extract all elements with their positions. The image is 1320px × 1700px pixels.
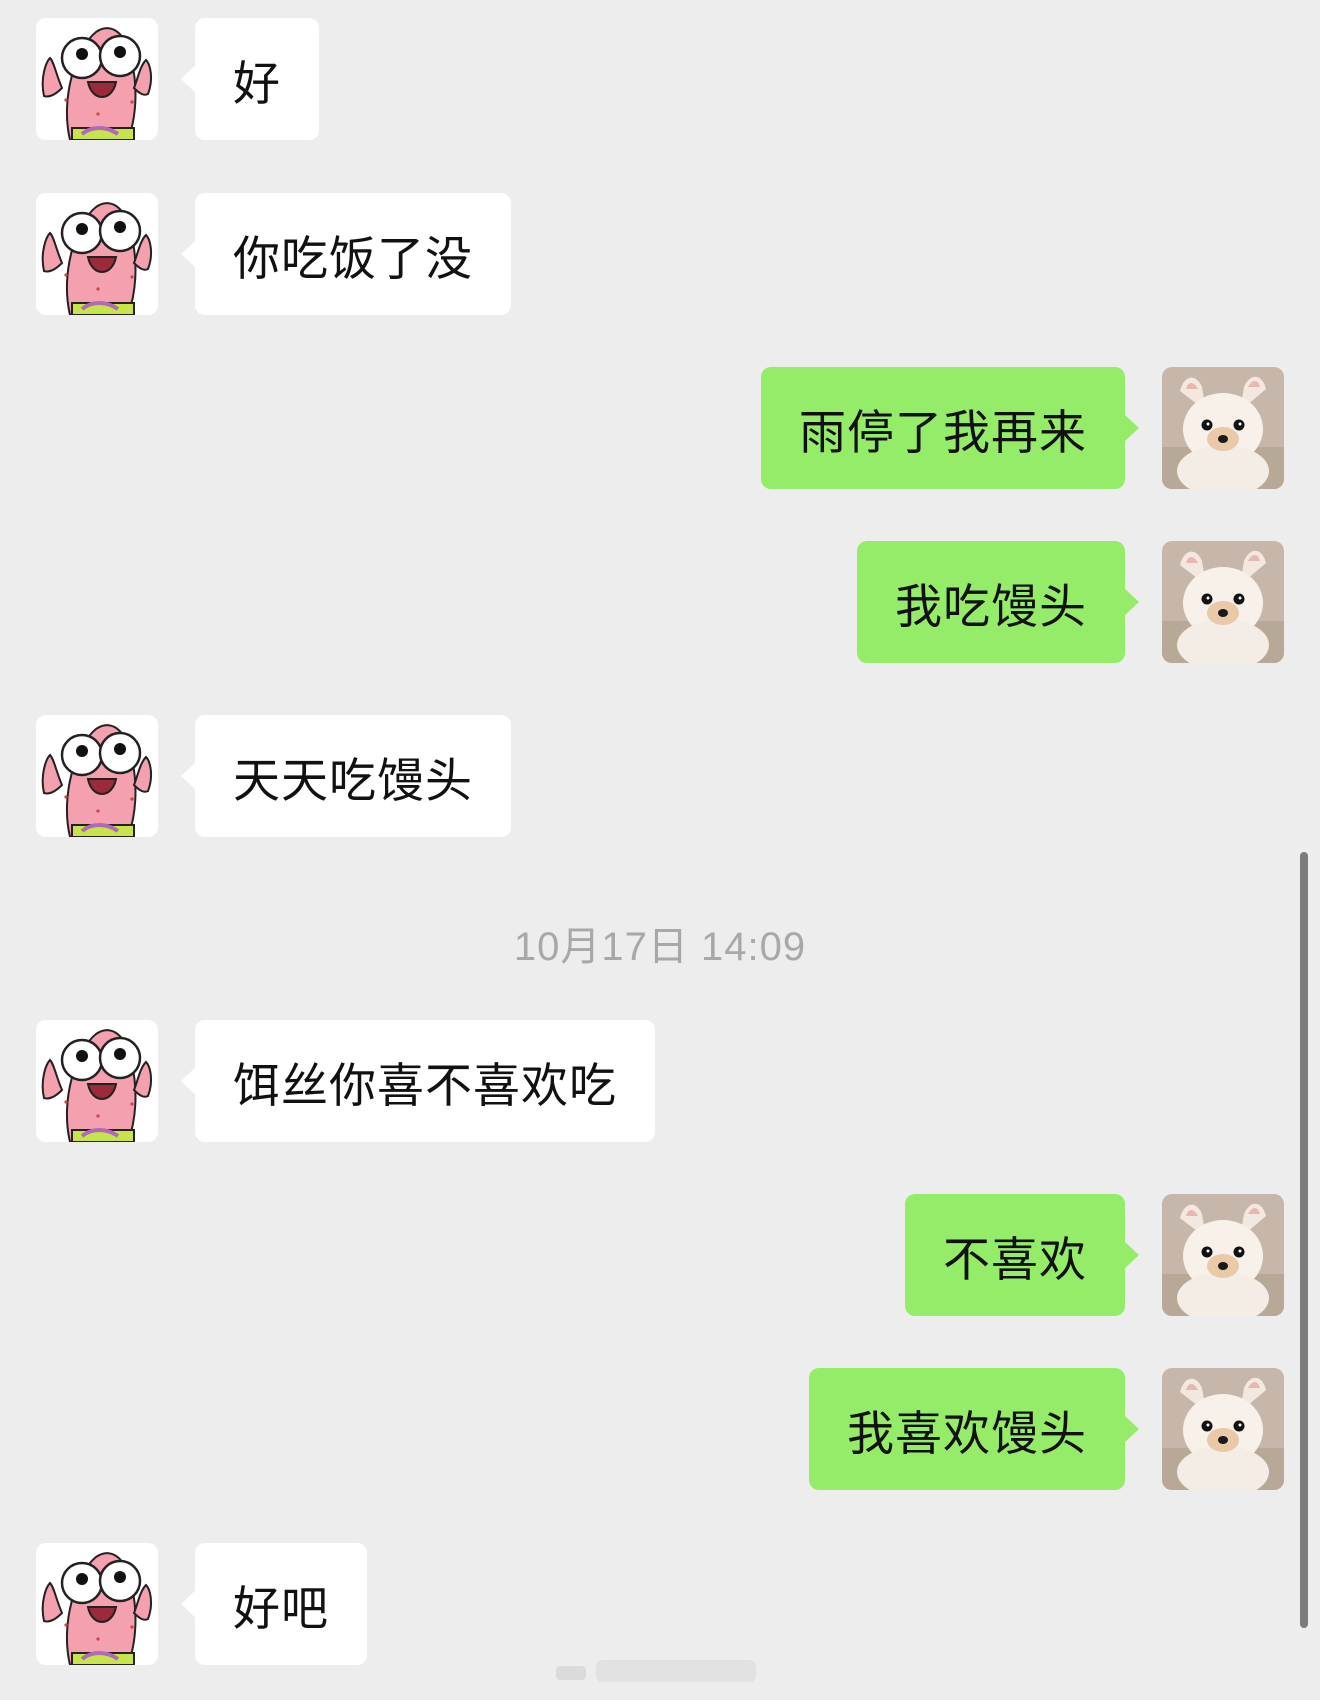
message-text: 雨停了我再来 — [799, 405, 1087, 461]
patrick-star-avatar[interactable] — [36, 715, 158, 837]
message-text: 我吃馒头 — [895, 579, 1087, 635]
patrick-star-avatar[interactable] — [36, 1020, 158, 1142]
outgoing-message-bubble[interactable]: 雨停了我再来 — [761, 367, 1139, 489]
white-puppy-avatar[interactable] — [1162, 541, 1284, 663]
message-row-outgoing: 不喜欢 — [684, 1194, 1284, 1316]
message-text: 好 — [233, 56, 281, 112]
message-text: 天天吃馒头 — [233, 753, 473, 809]
message-text: 我喜欢馒头 — [847, 1406, 1087, 1462]
message-row-incoming: 天天吃馒头 — [36, 715, 636, 837]
incoming-message-bubble[interactable]: 你吃饭了没 — [181, 193, 511, 315]
outgoing-message-bubble[interactable]: 我喜欢馒头 — [809, 1368, 1139, 1490]
scrollbar[interactable] — [1300, 852, 1308, 1628]
outgoing-message-bubble[interactable]: 不喜欢 — [905, 1194, 1139, 1316]
message-text: 你吃饭了没 — [233, 231, 473, 287]
incoming-message-bubble[interactable]: 天天吃馒头 — [181, 715, 511, 837]
white-puppy-avatar[interactable] — [1162, 367, 1284, 489]
message-row-incoming: 你吃饭了没 — [36, 193, 636, 315]
message-row-incoming: 好 — [36, 18, 336, 140]
patrick-star-avatar[interactable] — [36, 18, 158, 140]
outgoing-message-bubble[interactable]: 我吃馒头 — [857, 541, 1139, 663]
message-row-outgoing: 我吃馒头 — [684, 541, 1284, 663]
white-puppy-avatar[interactable] — [1162, 1368, 1284, 1490]
chat-area[interactable]: 好 你吃饭了没 雨停了我再来 我吃馒头 天天吃馒头 10月17日 14:09 饵… — [0, 0, 1320, 1700]
patrick-star-avatar[interactable] — [36, 193, 158, 315]
message-row-outgoing: 雨停了我再来 — [684, 367, 1284, 489]
message-text: 饵丝你喜不喜欢吃 — [233, 1058, 617, 1114]
incoming-message-bubble[interactable]: 好 — [181, 18, 319, 140]
timestamp-divider: 10月17日 14:09 — [513, 925, 807, 969]
incoming-message-bubble[interactable]: 好吧 — [181, 1543, 367, 1665]
white-puppy-avatar[interactable] — [1162, 1194, 1284, 1316]
message-row-incoming: 好吧 — [36, 1543, 436, 1665]
message-text: 好吧 — [233, 1581, 329, 1637]
message-row-incoming: 饵丝你喜不喜欢吃 — [36, 1020, 756, 1142]
message-row-outgoing: 我喜欢馒头 — [684, 1368, 1284, 1490]
patrick-star-avatar[interactable] — [36, 1543, 158, 1665]
message-text: 不喜欢 — [943, 1232, 1087, 1288]
watermark-logo — [556, 1652, 766, 1688]
incoming-message-bubble[interactable]: 饵丝你喜不喜欢吃 — [181, 1020, 655, 1142]
